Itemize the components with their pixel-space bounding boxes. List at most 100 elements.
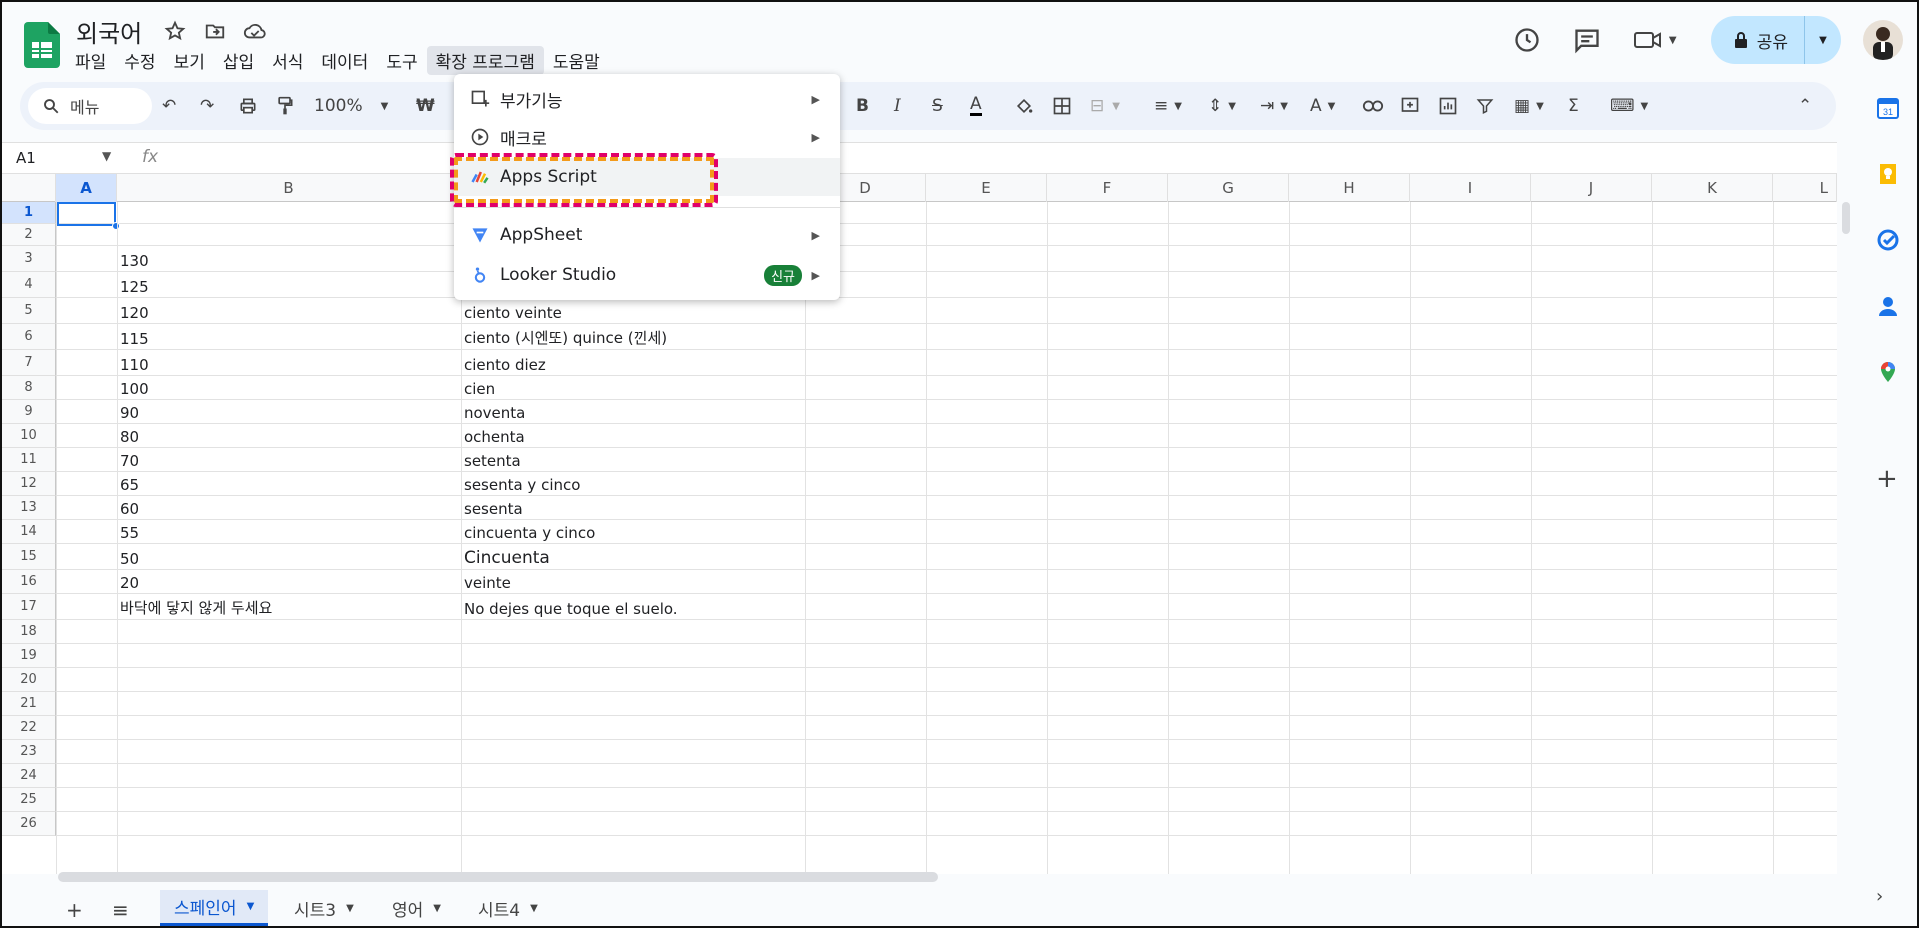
cell-c[interactable]: ciento veinte [464, 298, 562, 324]
cell-b[interactable]: 125 [120, 272, 149, 298]
column-header-i[interactable]: I [1410, 174, 1531, 202]
comment-add-icon[interactable] [1400, 94, 1420, 118]
link-icon[interactable] [1362, 94, 1384, 118]
functions-icon[interactable]: Σ [1568, 94, 1579, 118]
share-dropdown-icon[interactable]: ▼ [1805, 16, 1841, 64]
row-header[interactable]: 4 [2, 272, 56, 298]
column-header-a[interactable]: A [56, 174, 117, 202]
row-header[interactable]: 5 [2, 298, 56, 324]
chart-icon[interactable] [1438, 94, 1458, 118]
share-button[interactable]: 공유 ▼ [1710, 16, 1841, 64]
select-all-corner[interactable] [2, 174, 56, 202]
cell-b[interactable]: 바닥에 닿지 않게 두세요 [120, 594, 272, 620]
text-color-icon[interactable]: A [970, 94, 982, 116]
column-header-h[interactable]: H [1289, 174, 1410, 202]
calendar-icon[interactable]: 31 [1876, 96, 1900, 120]
cell-c[interactable]: ochenta [464, 424, 525, 448]
cell-c[interactable]: cien [464, 376, 495, 400]
row-header[interactable]: 18 [2, 620, 56, 644]
column-header-b[interactable]: B [117, 174, 461, 202]
cell-b[interactable]: 110 [120, 350, 149, 376]
cell-b[interactable]: 60 [120, 496, 139, 520]
meet-icon[interactable]: ▼ [1627, 20, 1683, 60]
row-header[interactable]: 19 [2, 644, 56, 668]
menu-search[interactable]: 메뉴 [28, 88, 152, 124]
history-icon[interactable] [1507, 20, 1547, 60]
align-vertical-icon[interactable]: ⇕ ▼ [1208, 94, 1236, 118]
row-header[interactable]: 9 [2, 400, 56, 424]
cell-b[interactable]: 65 [120, 472, 139, 496]
menu-format[interactable]: 서식 [263, 46, 312, 75]
tasks-icon[interactable] [1876, 228, 1900, 252]
maps-icon[interactable] [1876, 360, 1900, 384]
cell-b[interactable]: 100 [120, 376, 149, 400]
strikethrough-icon[interactable]: S [932, 94, 943, 118]
row-header[interactable]: 25 [2, 788, 56, 812]
horizontal-scrollbar[interactable] [58, 872, 938, 882]
undo-icon[interactable]: ↶ [162, 94, 176, 118]
move-folder-icon[interactable] [202, 18, 228, 44]
cell-b[interactable]: 20 [120, 570, 139, 594]
row-header[interactable]: 16 [2, 570, 56, 594]
menu-item-addons[interactable]: 부가기능 ▶ [454, 80, 840, 118]
text-rotation-icon[interactable]: A ▼ [1310, 94, 1335, 118]
menu-extensions[interactable]: 확장 프로그램 [426, 46, 544, 75]
row-header[interactable]: 15 [2, 544, 56, 570]
text-wrap-icon[interactable]: ⇥ ▼ [1260, 94, 1288, 118]
menu-file[interactable]: 파일 [66, 46, 115, 75]
row-header[interactable]: 23 [2, 740, 56, 764]
share-main[interactable]: 공유 [1711, 16, 1805, 64]
row-header[interactable]: 22 [2, 716, 56, 740]
cell-b[interactable]: 130 [120, 246, 149, 272]
row-header[interactable]: 14 [2, 520, 56, 544]
column-header-l[interactable]: L [1773, 174, 1837, 202]
cloud-saved-icon[interactable] [242, 18, 268, 44]
cell-c[interactable]: cincuenta y cinco [464, 520, 595, 544]
cell-c[interactable]: noventa [464, 400, 525, 424]
all-sheets-icon[interactable]: ≡ [112, 898, 129, 922]
row-header[interactable]: 24 [2, 764, 56, 788]
row-header[interactable]: 2 [2, 224, 56, 246]
cell-c[interactable]: veinte [464, 570, 511, 594]
avatar[interactable] [1863, 20, 1903, 60]
row-header[interactable]: 20 [2, 668, 56, 692]
menu-data[interactable]: 데이터 [312, 46, 377, 75]
row-header[interactable]: 3 [2, 246, 56, 272]
menu-item-macros[interactable]: 매크로 ▶ [454, 118, 840, 156]
row-header[interactable]: 7 [2, 350, 56, 376]
sheet-tab-spanish[interactable]: 스페인어 ▼ [160, 890, 269, 926]
table-view-icon[interactable]: ▦ ▼ [1514, 94, 1544, 118]
align-horizontal-icon[interactable]: ≡ ▼ [1154, 94, 1182, 118]
row-header[interactable]: 6 [2, 324, 56, 350]
cell-c[interactable]: sesenta [464, 496, 523, 520]
merge-cells-icon[interactable]: ⊟ ▼ [1090, 94, 1120, 118]
row-header[interactable]: 21 [2, 692, 56, 716]
fill-handle[interactable] [112, 222, 120, 230]
name-box[interactable]: A1 [16, 149, 36, 167]
menu-view[interactable]: 보기 [165, 46, 214, 75]
cell-b[interactable]: 90 [120, 400, 139, 424]
row-header[interactable]: 17 [2, 594, 56, 620]
cell-b[interactable]: 70 [120, 448, 139, 472]
column-header-f[interactable]: F [1047, 174, 1168, 202]
cell-b[interactable]: 115 [120, 324, 149, 350]
menu-tools[interactable]: 도구 [377, 46, 426, 75]
currency-format-button[interactable]: ₩ [416, 94, 435, 118]
paint-format-icon[interactable] [276, 94, 294, 118]
cell-c[interactable]: ciento diez [464, 350, 546, 376]
row-header[interactable]: 11 [2, 448, 56, 472]
keyboard-icon[interactable]: ⌨ ▼ [1610, 94, 1648, 118]
filter-icon[interactable] [1476, 94, 1494, 118]
sheet-tab-sheet3[interactable]: 시트3 ▼ [280, 890, 368, 926]
cell-b[interactable]: 50 [120, 544, 139, 570]
menu-help[interactable]: 도움말 [544, 46, 609, 75]
sheets-logo-icon[interactable] [24, 22, 60, 68]
cell-b[interactable]: 55 [120, 520, 139, 544]
expand-panel-icon[interactable]: › [1876, 886, 1900, 910]
cell-c[interactable]: setenta [464, 448, 521, 472]
row-header[interactable]: 10 [2, 424, 56, 448]
menu-insert[interactable]: 삽입 [214, 46, 263, 75]
row-header[interactable]: 26 [2, 812, 56, 836]
fill-color-icon[interactable] [1014, 94, 1034, 118]
add-sheet-icon[interactable]: + [66, 898, 83, 922]
